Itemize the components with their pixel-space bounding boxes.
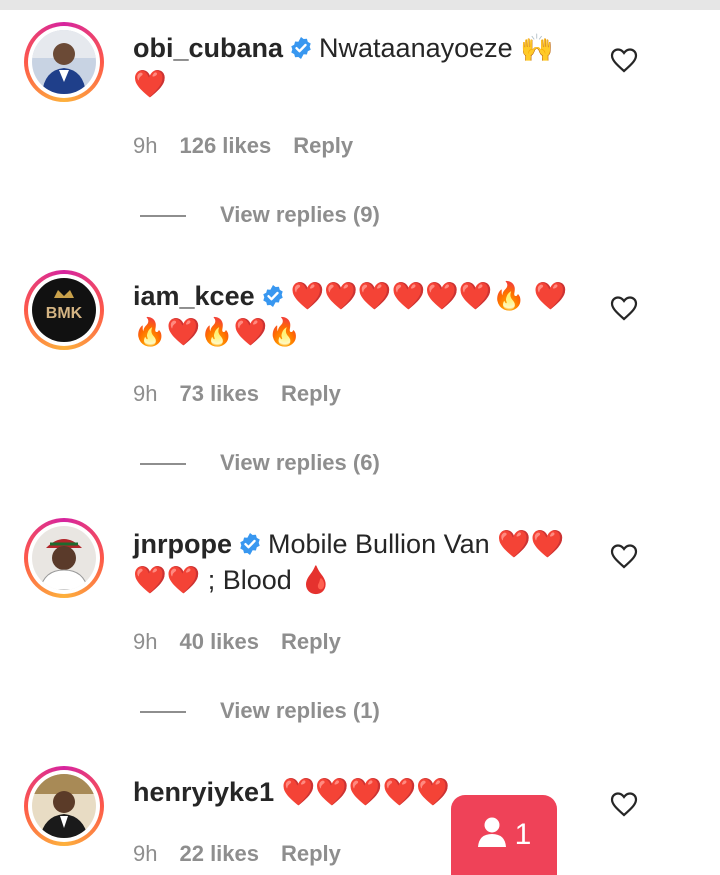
comment-meta: 9h 40 likes Reply	[133, 627, 363, 657]
comment-body: obi_cubana Nwataanayoeze 🙌 ❤️	[133, 30, 573, 102]
replies-divider	[140, 711, 186, 714]
view-replies-label: View replies (6)	[220, 450, 380, 475]
comment-time: 9h	[133, 841, 158, 866]
avatar[interactable]	[24, 22, 104, 102]
view-replies-label: View replies (1)	[220, 698, 380, 723]
view-replies-button[interactable]: View replies (9)	[140, 200, 380, 230]
view-replies-button[interactable]: View replies (1)	[140, 696, 380, 726]
avatar[interactable]: BMK	[24, 270, 104, 350]
person-icon	[477, 816, 507, 848]
view-replies-button[interactable]: View replies (6)	[140, 448, 380, 478]
avatar-image	[32, 30, 96, 94]
reply-button[interactable]: Reply	[281, 841, 341, 866]
comment-body: jnrpope Mobile Bullion Van ❤️❤️ ❤️❤️ ; Bl…	[133, 526, 573, 598]
comment-time: 9h	[133, 629, 158, 654]
likes-count[interactable]: 126 likes	[179, 133, 271, 158]
likes-count[interactable]: 73 likes	[179, 381, 259, 406]
comment-time: 9h	[133, 133, 158, 158]
likes-count[interactable]: 22 likes	[179, 841, 259, 866]
avatar[interactable]	[24, 518, 104, 598]
avatar-logo-text: BMK	[46, 305, 83, 322]
top-divider	[0, 0, 720, 10]
like-heart-icon[interactable]	[610, 295, 638, 321]
likes-count[interactable]: 40 likes	[179, 629, 259, 654]
comment-meta: 9h 126 likes Reply	[133, 131, 375, 161]
comment-body: iam_kcee ❤️❤️❤️❤️❤️❤️🔥 ❤️🔥❤️🔥❤️🔥	[133, 278, 573, 350]
avatar-image	[32, 774, 96, 838]
verified-badge-icon	[238, 532, 262, 556]
username[interactable]: iam_kcee	[133, 281, 255, 311]
follower-count: 1	[514, 818, 532, 851]
avatar[interactable]	[24, 766, 104, 846]
replies-divider	[140, 463, 186, 466]
follower-activity-button[interactable]: 1	[451, 795, 557, 875]
verified-badge-icon	[289, 36, 313, 60]
view-replies-label: View replies (9)	[220, 202, 380, 227]
comment-meta: 9h 73 likes Reply	[133, 379, 363, 409]
comment-time: 9h	[133, 381, 158, 406]
like-heart-icon[interactable]	[610, 791, 638, 817]
reply-button[interactable]: Reply	[293, 133, 353, 158]
like-heart-icon[interactable]	[610, 543, 638, 569]
like-heart-icon[interactable]	[610, 47, 638, 73]
verified-badge-icon	[261, 284, 285, 308]
comment-text: ❤️❤️❤️❤️❤️	[281, 777, 450, 807]
username[interactable]: henryiyke1	[133, 777, 274, 807]
username[interactable]: obi_cubana	[133, 33, 283, 63]
replies-divider	[140, 215, 186, 218]
avatar-image: BMK	[32, 278, 96, 342]
reply-button[interactable]: Reply	[281, 381, 341, 406]
avatar-image	[32, 526, 96, 590]
comment-meta: 9h 22 likes Reply	[133, 839, 363, 869]
reply-button[interactable]: Reply	[281, 629, 341, 654]
username[interactable]: jnrpope	[133, 529, 232, 559]
